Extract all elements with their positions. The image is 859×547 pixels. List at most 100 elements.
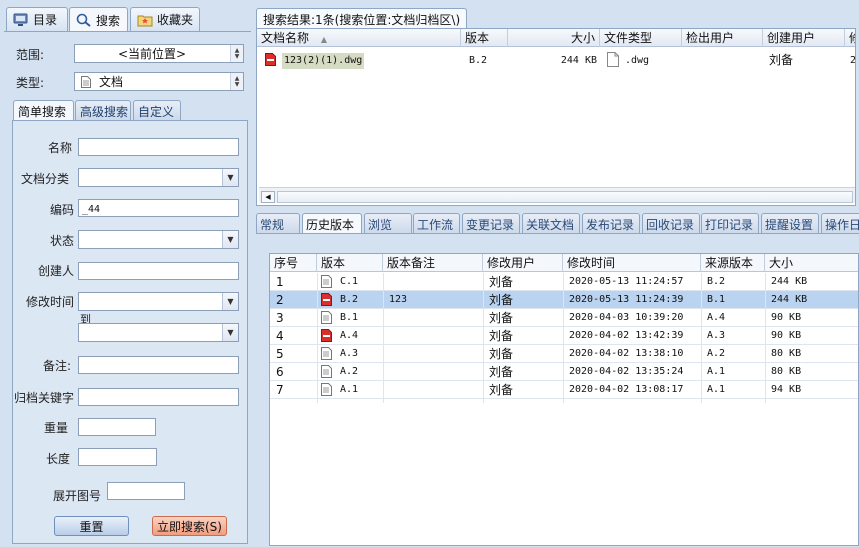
creator-input[interactable] [78,262,239,280]
modify-time-from[interactable]: ▼ [78,292,239,311]
col-version[interactable]: 版本 [461,29,508,47]
scroll-left-icon[interactable]: ◀ [261,191,275,203]
search-results-title: 搜索结果:1条(搜索位置:文档归档区\) [263,13,461,27]
chevron-down-icon[interactable]: ▼ [222,324,238,341]
col-truncated-label: 修 [849,31,855,45]
chevron-down-icon[interactable]: ▼ [222,293,238,310]
tab-publish-log[interactable]: 发布记录 [582,213,640,233]
column-divider [483,381,484,399]
tab-search[interactable]: 搜索 [69,7,128,32]
tab-reminder-settings[interactable]: 提醒设置 [761,213,819,233]
reset-button[interactable]: 重置 [54,516,129,536]
result-creator: 刘备 [769,53,794,67]
col-version-note-label: 版本备注 [387,256,436,270]
search-icon [76,13,92,27]
history-cell-size: 244 KB [771,276,808,287]
history-cell-source: A.1 [707,366,726,377]
tab-catalog[interactable]: 目录 [6,7,68,31]
col-hist-version-label: 版本 [321,256,346,270]
dwg-file-icon [265,53,276,70]
col-doc-name-label: 文档名称 [261,31,310,45]
history-cell-version: B.1 [340,312,359,323]
scope-spinner[interactable]: ▲ ▼ [230,45,243,62]
modify-time-to[interactable]: ▼ [78,323,239,342]
history-cell-user: 刘备 [489,365,514,379]
column-divider [563,381,564,399]
col-file-type[interactable]: 文件类型 [600,29,682,47]
col-hist-size[interactable]: 大小 [765,254,858,272]
tab-print-log[interactable]: 打印记录 [701,213,759,233]
tab-related-docs[interactable]: 关联文档 [522,213,580,233]
history-row[interactable]: 1 C.1 刘备 2020-05-13 11:24:57 B.2 244 KB [270,273,858,291]
length-input[interactable] [78,448,157,466]
col-size[interactable]: 大小 [508,29,600,47]
tab-favorites[interactable]: 收藏夹 [130,7,200,31]
subtab-custom[interactable]: 自定义 [133,100,181,120]
document-icon [321,311,332,328]
history-cell-time: 2020-04-02 13:42:39 [569,330,684,341]
type-spinner[interactable]: ▲ ▼ [230,73,243,90]
document-icon [321,347,332,364]
scope-select[interactable]: <当前位置> ▲ ▼ [74,44,244,63]
col-checkout-user[interactable]: 检出用户 [682,29,763,47]
column-divider [765,363,766,381]
col-modify-time[interactable]: 修改时间 [563,254,701,272]
tab-workflow[interactable]: 工作流 [413,213,460,233]
remark-input[interactable] [78,356,239,374]
history-row[interactable]: 7 A.1 刘备 2020-04-02 13:08:17 A.1 94 KB [270,381,858,399]
tab-change-log[interactable]: 变更记录 [462,213,520,233]
code-value: _44 [82,204,101,215]
tab-history[interactable]: 历史版本 [302,213,362,233]
history-cell-source: B.2 [707,276,726,287]
col-hist-version[interactable]: 版本 [317,254,383,272]
col-version-note[interactable]: 版本备注 [383,254,483,272]
history-row[interactable]: 3 B.1 刘备 2020-04-03 10:39:20 A.4 90 KB [270,309,858,328]
col-source-version[interactable]: 来源版本 [701,254,765,272]
results-hscrollbar[interactable]: ◀ [259,187,855,203]
chevron-down-icon[interactable]: ▼ [222,169,238,186]
name-input[interactable] [78,138,239,156]
subtab-simple-search[interactable]: 简单搜索 [13,100,74,121]
column-divider [317,345,318,363]
column-divider [317,291,318,309]
column-divider [483,273,484,291]
col-creator[interactable]: 创建用户 [763,29,845,47]
tab-operation-log[interactable]: 操作日 [821,213,859,233]
history-row[interactable]: 5 A.3 刘备 2020-04-02 13:38:10 A.2 80 KB [270,345,858,364]
column-divider [701,273,702,291]
tab-recycle-log[interactable]: 回收记录 [642,213,700,233]
col-no[interactable]: 序号 [270,254,317,272]
archive-keyword-input[interactable] [78,388,239,406]
col-doc-name[interactable]: 文档名称 ▲ [257,29,461,47]
search-now-button[interactable]: 立即搜索(S) [152,516,227,536]
type-select[interactable]: 文档 ▲ ▼ [74,72,244,91]
tab-general[interactable]: 常规 [256,213,300,233]
result-row[interactable]: 123(2)(1).dwg B.2 244 KB .dwg 刘备 2 [257,52,855,70]
code-input[interactable]: _44 [78,199,239,217]
history-cell-size: 90 KB [771,330,802,341]
doc-category-select[interactable]: ▼ [78,168,239,187]
tab-preview[interactable]: 浏览 [364,213,412,233]
chevron-down-icon[interactable]: ▼ [222,231,238,248]
history-row[interactable]: 2 B.2 123 刘备 2020-05-13 11:24:39 B.1 244 KB [270,291,858,309]
column-divider [765,399,766,403]
search-results-tab[interactable]: 搜索结果:1条(搜索位置:文档归档区\) [256,8,468,28]
spin-down-icon: ▼ [234,52,240,60]
col-modify-user[interactable]: 修改用户 [483,254,563,272]
document-icon [81,75,91,88]
history-cell-version: A.3 [340,348,359,359]
column-divider [483,363,484,381]
history-cell-no: 5 [276,347,284,361]
history-cell-source: B.1 [707,294,726,305]
subtab-advanced-search[interactable]: 高级搜索 [75,100,131,120]
scrollbar-thumb[interactable] [277,191,853,203]
history-row[interactable]: 6 A.2 刘备 2020-04-02 13:35:24 A.1 80 KB [270,363,858,381]
history-cell-user: 刘备 [489,329,514,343]
weight-label: 重量 [43,421,68,435]
history-row[interactable]: 4 A.4 刘备 2020-04-02 13:42:39 A.3 90 KB [270,327,858,345]
status-select[interactable]: ▼ [78,230,239,249]
sheet-no-input[interactable] [107,482,185,500]
history-cell-no: 4 [276,329,284,343]
weight-input[interactable] [78,418,156,436]
col-truncated[interactable]: 修 [845,29,855,47]
